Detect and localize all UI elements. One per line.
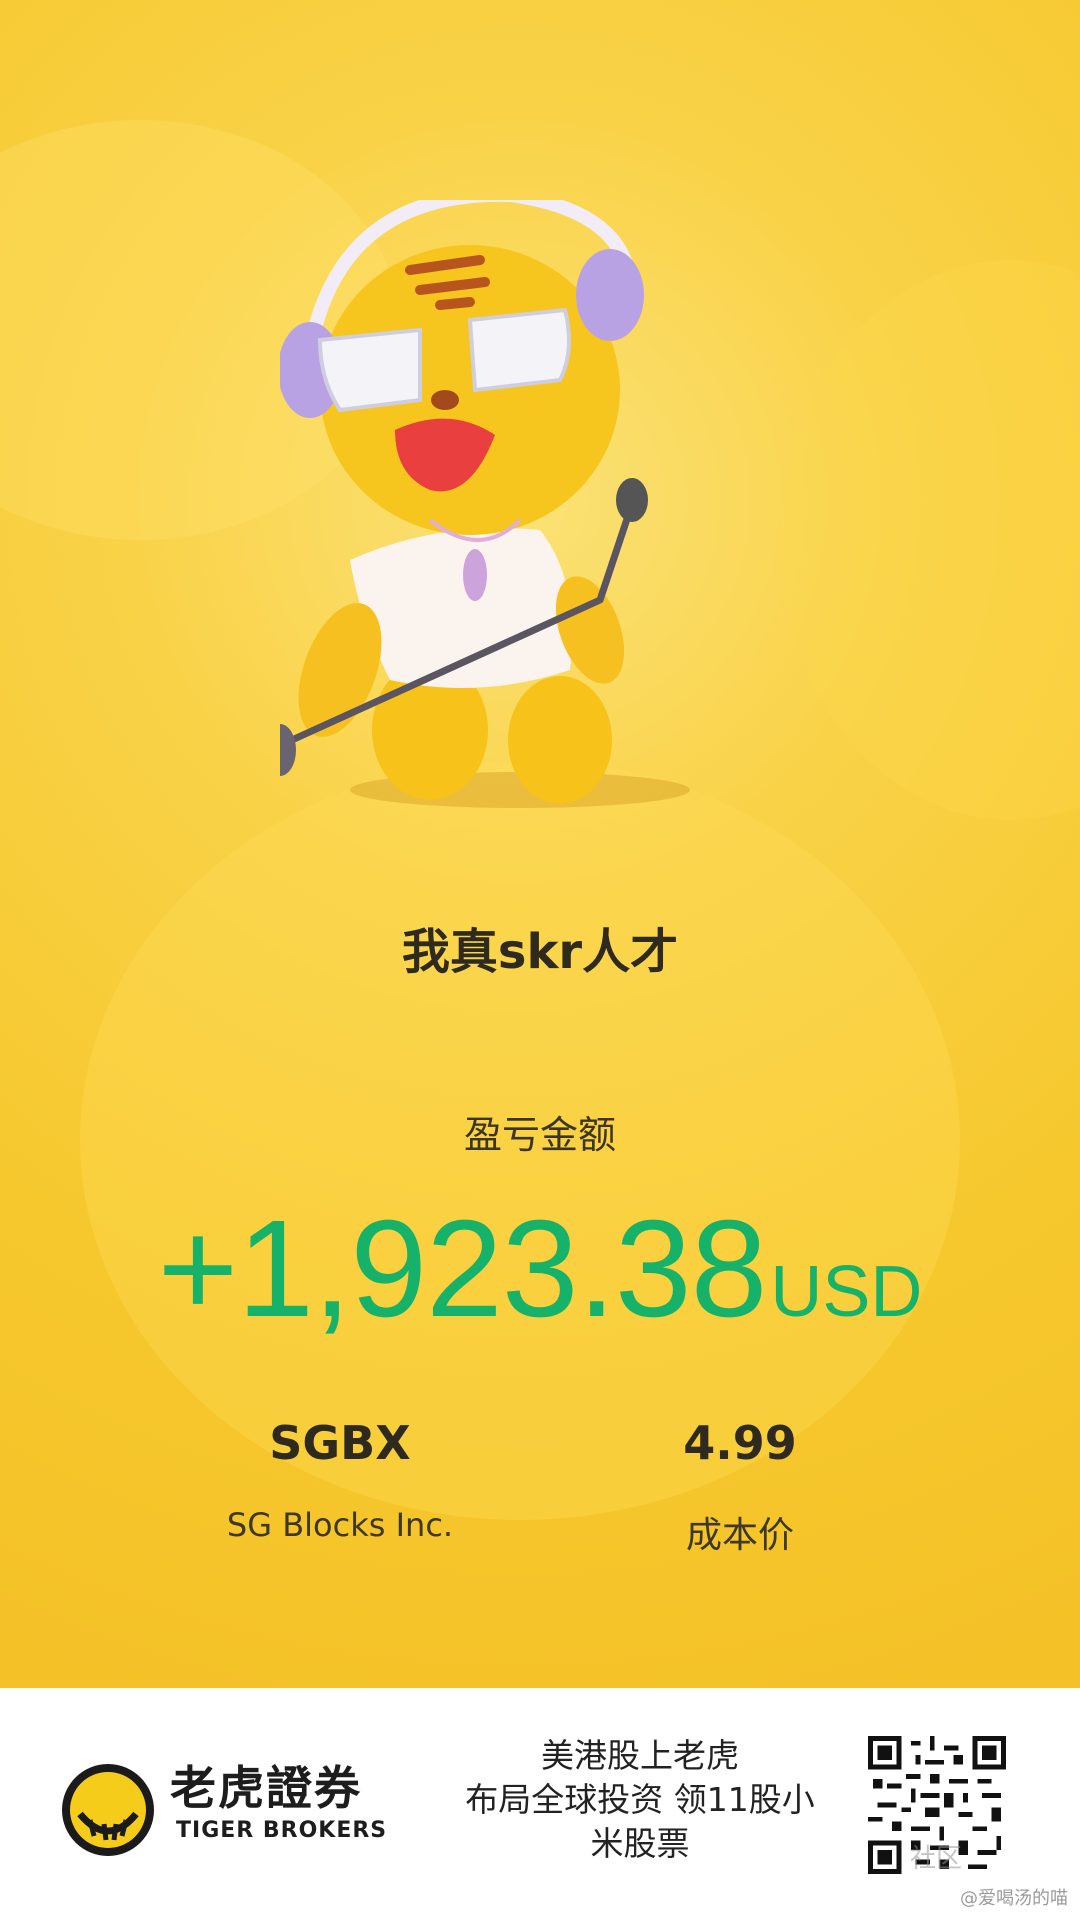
brand-name-cn: 老虎證券 [170,1761,362,1815]
stock-info: SGBX SG Blocks Inc. [195,1416,485,1544]
tiger-mascot-illustration [280,200,690,808]
company-name: SG Blocks Inc. [226,1506,454,1544]
pnl-value: +1,923.38 [157,1192,768,1346]
background-blob [780,260,1080,820]
promo-line: 米股票 [590,1824,690,1863]
cost-price: 4.99 [683,1416,797,1470]
cost-info: 4.99 成本价 [630,1416,850,1558]
promo-text: 美港股上老虎 布局全球投资 领11股小 米股票 [440,1734,840,1866]
tiger-brokers-logo-icon [62,1764,154,1856]
achievement-title: 我真skr人才 [401,924,679,980]
user-watermark: @爱喝汤的喵 [960,1888,1068,1909]
pnl-currency: USD [770,1252,923,1332]
community-watermark: 社区 [910,1844,963,1874]
footer-banner: 老虎證券 TIGER BROKERS 美港股上老虎 布局全球投资 领11股小 米… [0,1688,1080,1920]
share-poster: 我真skr人才 盈亏金额 +1,923.38USD SGBX SG Blocks… [0,0,1080,1688]
stock-symbol: SGBX [269,1416,411,1470]
promo-line: 布局全球投资 领11股小 [465,1780,815,1819]
brand-name-en: TIGER BROKERS [176,1818,388,1843]
promo-line: 美港股上老虎 [541,1736,739,1775]
pnl-amount: +1,923.38USD [0,1190,1080,1349]
pnl-label: 盈亏金额 [463,1113,616,1157]
cost-price-label: 成本价 [685,1515,794,1556]
